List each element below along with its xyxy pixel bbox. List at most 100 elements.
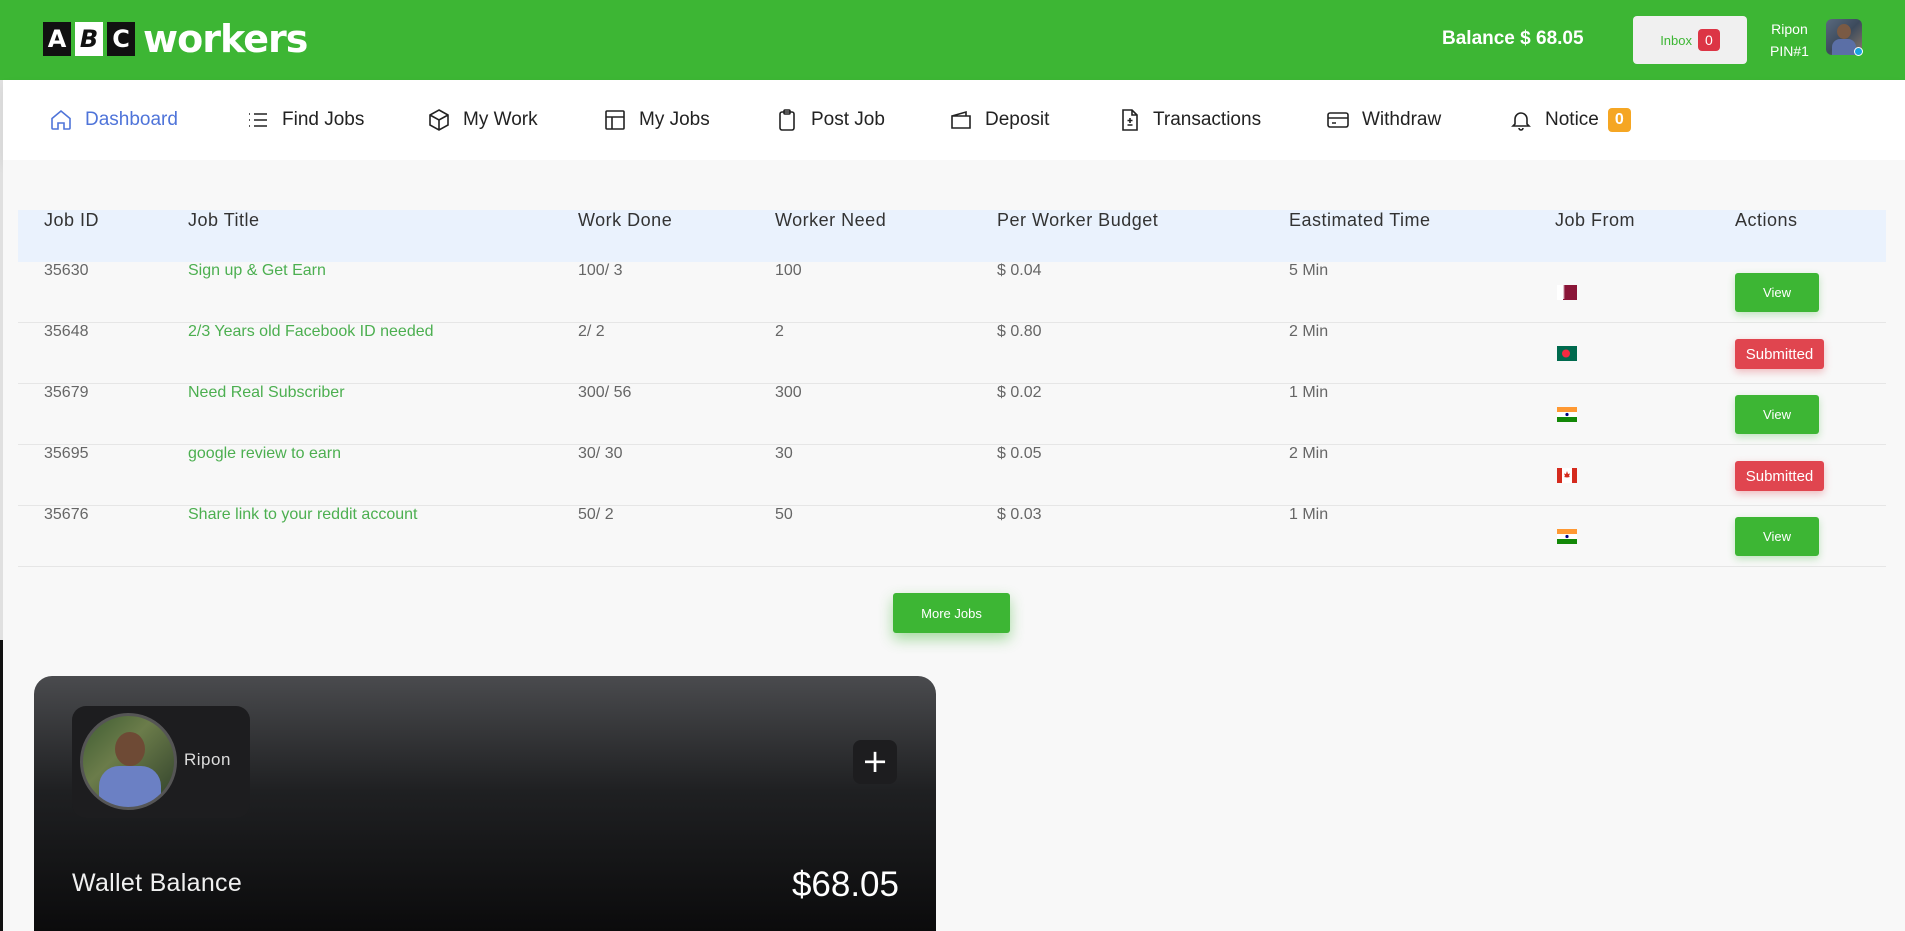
logo-letter-c: C [107,22,135,56]
table-row: 35676 Share link to your reddit account … [18,506,1886,567]
wallet-card: Ripon + Wallet Balance $68.05 [34,676,936,931]
job-title-link[interactable]: google review to earn [188,445,341,506]
table-row: 35695 google review to earn 30/ 30 30 $ … [18,445,1886,506]
worker-need: 100 [775,262,802,279]
nav-label-withdraw: Withdraw [1362,109,1442,130]
file-plus-minus-icon [1122,109,1138,131]
submitted-button[interactable]: Submitted [1735,461,1824,491]
bell-icon [1511,112,1531,131]
table-row: 35648 2/3 Years old Facebook ID needed 2… [18,323,1886,384]
avatar-head [1837,24,1851,39]
clipboard-icon [779,109,795,131]
job-id: 35676 [44,506,89,523]
table-header: Job ID Job Title Work Done Worker Need P… [18,210,1886,262]
estimated-time: 5 Min [1289,262,1329,279]
job-id: 35648 [44,323,89,340]
submitted-button[interactable]: Submitted [1735,339,1824,369]
table-row: 35679 Need Real Subscriber 300/ 56 300 $… [18,384,1886,445]
nav-label-my-jobs: My Jobs [639,109,710,130]
nav-label-post-job: Post Job [811,109,885,130]
job-id: 35695 [44,445,89,462]
work-done: 50/ 2 [578,506,614,523]
jobs-table: Job ID Job Title Work Done Worker Need P… [18,210,1886,567]
canada-flag-icon [1557,468,1577,483]
more-jobs-button[interactable]: More Jobs [893,593,1010,633]
job-id: 35630 [44,262,89,279]
column-header-time: Eastimated Time [1289,210,1431,230]
column-header-worker-need: Worker Need [775,210,887,230]
list-icon [249,113,267,127]
job-title-link[interactable]: Need Real Subscriber [188,384,345,445]
logo-word: workers [143,17,308,61]
wallet-user-chip: Ripon [72,706,250,818]
nav-item-withdraw[interactable]: Withdraw [1326,80,1441,160]
estimated-time: 1 Min [1289,506,1329,523]
avatar-body [1832,39,1856,55]
column-header-budget: Per Worker Budget [997,210,1159,230]
nav-label-deposit: Deposit [985,109,1050,130]
credit-card-icon [1327,112,1349,128]
nav-item-deposit[interactable]: Deposit [949,80,1049,160]
job-title-link[interactable]: 2/3 Years old Facebook ID needed [188,323,434,384]
view-button[interactable]: View [1735,395,1819,434]
per-worker-budget: $ 0.04 [997,262,1042,279]
user-menu[interactable]: Ripon PIN#1 [1770,18,1809,62]
top-header: A B C workers Balance $ 68.05 Inbox 0 Ri… [0,0,1905,80]
nav-label-my-work: My Work [463,109,538,130]
worker-need: 50 [775,506,793,523]
nav-label-transactions: Transactions [1153,109,1262,130]
worker-need: 30 [775,445,793,462]
logo-letter-b: B [75,22,103,56]
avatar-head [115,732,145,766]
work-done: 100/ 3 [578,262,623,279]
nav-item-notice[interactable]: Notice 0 [1509,80,1631,160]
job-title-link[interactable]: Share link to your reddit account [188,506,417,567]
user-name: Ripon [1771,21,1808,37]
job-title-link[interactable]: Sign up & Get Earn [188,262,326,323]
avatar-body [99,766,161,807]
main-nav: Dashboard Find Jobs My Work My Jobs Post… [3,80,1905,160]
work-done: 2/ 2 [578,323,605,340]
inbox-button[interactable]: Inbox 0 [1633,16,1747,64]
view-button[interactable]: View [1735,273,1819,312]
wallet-balance-label: Wallet Balance [72,869,243,897]
avatar [80,713,177,810]
estimated-time: 2 Min [1289,445,1329,462]
estimated-time: 1 Min [1289,384,1329,401]
wallet-balance-amount: $68.05 [791,865,899,904]
column-header-actions: Actions [1735,210,1798,230]
per-worker-budget: $ 0.80 [997,323,1042,340]
layout-icon [605,110,625,130]
nav-item-my-work[interactable]: My Work [427,80,538,160]
bangladesh-flag-icon [1557,346,1577,361]
worker-need: 300 [775,384,802,401]
logo-letter-a: A [43,22,71,56]
box-icon [429,109,449,131]
nav-item-post-job[interactable]: Post Job [775,80,885,160]
nav-label-find-jobs: Find Jobs [282,109,365,130]
nav-item-transactions[interactable]: Transactions [1117,80,1261,160]
job-id: 35679 [44,384,89,401]
nav-item-dashboard[interactable]: Dashboard [49,80,178,160]
column-header-work-done: Work Done [578,210,673,230]
india-flag-icon [1557,407,1577,422]
column-header-job-id: Job ID [44,210,100,230]
work-done: 300/ 56 [578,384,632,401]
worker-need: 2 [775,323,784,340]
home-icon [51,109,71,130]
nav-item-my-jobs[interactable]: My Jobs [603,80,710,160]
nav-item-find-jobs[interactable]: Find Jobs [246,80,364,160]
wallet-user-name: Ripon [184,750,231,769]
user-pin: PIN#1 [1770,43,1809,59]
logo[interactable]: A B C workers [43,17,308,61]
india-flag-icon [1557,529,1577,544]
qatar-flag-icon [1557,285,1577,300]
left-edge [0,640,3,931]
per-worker-budget: $ 0.05 [997,445,1042,462]
view-button[interactable]: View [1735,517,1819,556]
nav-label-notice: Notice [1545,109,1599,130]
notice-count-badge: 0 [1607,108,1631,132]
column-header-job-from: Job From [1555,210,1636,230]
add-funds-button[interactable]: + [853,740,897,784]
estimated-time: 2 Min [1289,323,1329,340]
